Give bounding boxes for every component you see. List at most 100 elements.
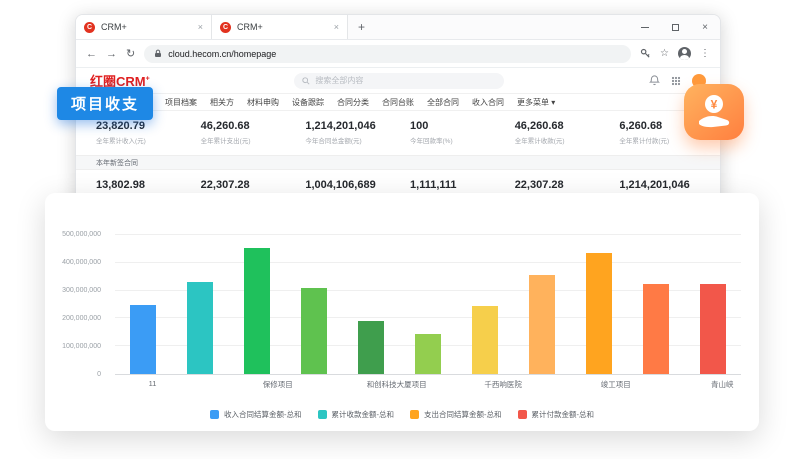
stat-item: 1,214,201,046 今年合同总金额(元) (293, 118, 398, 151)
y-axis-tick-label: 200,000,000 (62, 315, 101, 322)
crm-nav-item[interactable]: 相关方 (210, 97, 234, 108)
money-hand-icon[interactable]: ¥ (684, 84, 744, 140)
crm-nav-item[interactable]: 全部合同 (427, 97, 459, 108)
legend-label: 累计付款金额-总和 (532, 409, 595, 420)
lock-icon (154, 49, 162, 58)
stat-item: 46,260.68 全年累计收款(元) (503, 118, 608, 151)
stat-value: 22,307.28 (201, 179, 288, 191)
address-bar-icons: ☆ ⋮ (640, 47, 710, 60)
crm-nav-item[interactable]: 材料申购 (247, 97, 279, 108)
crm-favicon-icon: C (84, 22, 95, 33)
browser-menu-icon[interactable]: ⋮ (700, 48, 710, 59)
key-icon[interactable] (640, 48, 651, 59)
legend-label: 累计收款金额-总和 (332, 409, 395, 420)
stat-value: 1,214,201,046 (619, 179, 706, 191)
chart-bar[interactable] (415, 334, 441, 374)
maximize-icon (672, 24, 679, 31)
stat-value: 1,004,106,689 (305, 179, 392, 191)
legend-label: 支出合同结算金额-总和 (424, 409, 502, 420)
legend-item[interactable]: 支出合同结算金额-总和 (410, 409, 502, 420)
tab-close-icon[interactable]: × (198, 22, 203, 32)
section-bar: 本年新签合同 (76, 155, 720, 170)
x-axis-category-label: 保修项目 (263, 379, 293, 390)
crm-favicon-icon: C (220, 22, 231, 33)
chart-bar[interactable] (643, 284, 669, 374)
chart-bar[interactable] (301, 288, 327, 374)
tab-title: CRM+ (237, 22, 263, 32)
y-axis-tick-label: 400,000,000 (62, 259, 101, 266)
maximize-button[interactable] (660, 15, 690, 39)
tab-title: CRM+ (101, 22, 127, 32)
close-button[interactable]: × (690, 15, 720, 39)
project-badge[interactable]: 项目收支 (57, 87, 153, 120)
chart-bar[interactable] (244, 248, 270, 374)
stat-caption: 今年合同总金额(元) (305, 135, 392, 145)
stat-value: 22,307.28 (515, 179, 602, 191)
x-axis-category-label: 青山峡 (711, 379, 734, 390)
x-axis-category-label: 和创科技大厦项目 (367, 379, 427, 390)
crm-nav-item[interactable]: 项目档案 (165, 97, 197, 108)
url-input[interactable]: cloud.hecom.cn/homepage (144, 45, 631, 63)
stat-caption: 全年累计收款(元) (515, 135, 602, 145)
y-axis-tick-label: 0 (97, 371, 101, 378)
chart-bar[interactable] (586, 253, 612, 374)
stat-item: 46,260.68 全年累计支出(元) (189, 118, 294, 151)
window-controls: × (630, 15, 720, 39)
x-axis-category-label: 竣工项目 (601, 379, 631, 390)
stat-value: 100 (410, 120, 497, 132)
chart-bar[interactable] (529, 275, 555, 374)
browser-tab[interactable]: C CRM+ × (76, 15, 212, 39)
apps-grid-icon[interactable] (671, 76, 681, 86)
new-tab-button[interactable]: + (348, 15, 375, 39)
chart-bar[interactable] (700, 284, 726, 374)
stat-value: 46,260.68 (201, 120, 288, 132)
legend-item[interactable]: 累计付款金额-总和 (518, 409, 595, 420)
stat-value: 1,111,111 (410, 179, 497, 191)
stat-caption: 全年累计支出(元) (201, 135, 288, 145)
yuan-coin-hand-icon: ¥ (695, 93, 733, 131)
crm-nav-item[interactable]: 合同分类 (337, 97, 369, 108)
chart-legend: 收入合同结算金额-总和 累计收款金额-总和 支出合同结算金额-总和 累计付款金额-总和 (45, 409, 759, 420)
stat-value: 1,214,201,046 (305, 120, 392, 132)
chart-card: 0100,000,000200,000,000300,000,000400,00… (45, 193, 759, 431)
legend-item[interactable]: 收入合同结算金额-总和 (210, 409, 302, 420)
chart-bar[interactable] (130, 305, 156, 375)
address-bar: ← → ↻ cloud.hecom.cn/homepage ☆ ⋮ (76, 40, 720, 68)
bookmark-star-icon[interactable]: ☆ (660, 48, 669, 59)
tab-strip: C CRM+ × C CRM+ × + × (76, 15, 720, 40)
stat-item: 100 今年回款率(%) (398, 118, 503, 151)
reload-icon[interactable]: ↻ (126, 47, 135, 60)
section-title: 本年新签合同 (96, 158, 138, 168)
minimize-icon (641, 27, 649, 28)
legend-label: 收入合同结算金额-总和 (224, 409, 302, 420)
chart-bar[interactable] (358, 321, 384, 374)
bell-icon[interactable] (649, 75, 660, 86)
profile-avatar-icon[interactable] (678, 47, 691, 60)
chart-bars (115, 235, 741, 374)
tab-close-icon[interactable]: × (334, 22, 339, 32)
minimize-button[interactable] (630, 15, 660, 39)
chart-plot-area (115, 235, 741, 375)
chart-bar[interactable] (472, 306, 498, 374)
crm-nav-item[interactable]: 收入合同 (472, 97, 504, 108)
browser-tab[interactable]: C CRM+ × (212, 15, 348, 39)
legend-swatch (210, 410, 219, 419)
legend-item[interactable]: 累计收款金额-总和 (318, 409, 395, 420)
tab-strip-tabs: C CRM+ × C CRM+ × (76, 15, 348, 39)
search-icon (302, 77, 310, 85)
stat-value: 13,802.98 (96, 179, 183, 191)
stat-value: 46,260.68 (515, 120, 602, 132)
chart-bar[interactable] (187, 282, 213, 374)
forward-icon[interactable]: → (106, 48, 117, 60)
crm-nav-item[interactable]: 更多菜单 ▾ (517, 97, 555, 108)
stat-caption: 今年回款率(%) (410, 135, 497, 145)
crm-header: 红圈CRM+ 搜索全部内容 (76, 68, 720, 94)
crm-nav-item[interactable]: 设备跟踪 (292, 97, 324, 108)
back-icon[interactable]: ← (86, 48, 97, 60)
y-axis: 0100,000,000200,000,000300,000,000400,00… (45, 235, 107, 375)
stat-caption: 全年累计收入(元) (96, 135, 183, 145)
crm-nav-item[interactable]: 合同台账 (382, 97, 414, 108)
x-axis-category-label: 千西响医院 (484, 379, 522, 390)
stat-item: 23,820.79全年累计收入(元) (84, 118, 189, 151)
crm-search-input[interactable]: 搜索全部内容 (294, 73, 504, 89)
